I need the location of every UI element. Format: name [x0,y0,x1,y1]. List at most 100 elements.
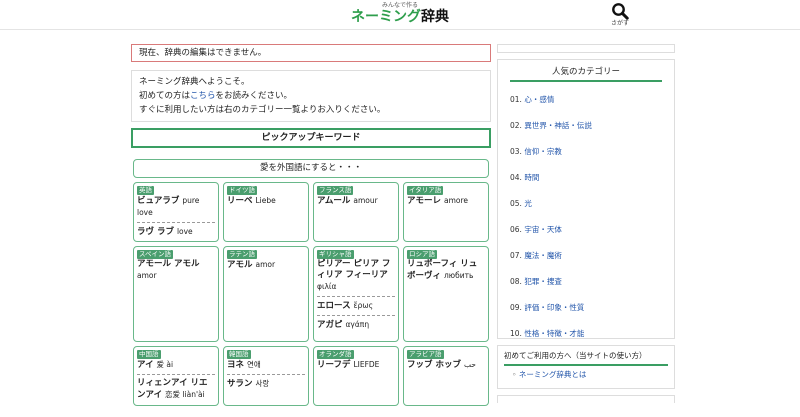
language-tag: イタリア語 [407,186,444,195]
original-word: 恋爱 liàn'ài [165,390,205,399]
katakana-word: アイ [137,360,154,370]
word-entry: アガピ αγάπη [317,319,395,331]
popular-categories-box: 人気のカテゴリー 01. 心・感情 02. 異世界・神話・伝説 03. 信仰・宗教 0… [497,59,675,339]
welcome-line-3: すぐに利用したい方は右のカテゴリー一覧よりお入りください。 [139,105,386,115]
language-card[interactable]: 韓国語 ヨネ 연애 サラン 사랑 [223,346,309,406]
category-item[interactable]: 03. 信仰・宗教 [506,139,666,165]
language-card[interactable]: イタリア語 アモーレ amore [403,182,489,242]
katakana-word: ピリアー ピリア フィリア フィーリア [317,259,391,280]
entry-divider [317,315,395,316]
language-card[interactable]: スペイン語 アモール アモル amor [133,246,219,342]
katakana-word: サラン [227,379,253,389]
word-entry: リュボーフィ リュボーヴィ любить [407,259,485,282]
language-card[interactable]: 英語 ビュアラブ pure love ラヴ ラブ love [133,182,219,242]
category-item[interactable]: 02. 異世界・神話・伝説 [506,113,666,139]
original-word: LIEFDE [353,360,380,369]
search-button[interactable]: さがす [606,2,634,28]
logo-title-green: ネーミング [351,9,421,25]
language-tag: オランダ語 [317,350,354,359]
category-label: 心・感情 [524,95,555,104]
language-tag: ギリシャ語 [317,250,354,259]
language-card[interactable]: アラビア語 フッブ ホッブ حب [403,346,489,406]
category-item[interactable]: 09. 評価・印象・性質 [506,295,666,321]
category-number: 07. [510,251,522,260]
word-entry: サラン 사랑 [227,378,305,390]
logo-title: ネーミング辞典 [350,9,450,26]
main-content: 現在、辞典の編集はできません。 ネーミング辞典へようこそ。 初めての方はこちらを… [131,44,491,406]
category-number: 06. [510,225,522,234]
welcome-line-2-post: をお読みください。 [215,91,293,101]
word-entry: ヨネ 연애 [227,359,305,371]
welcome-line-1: ネーミング辞典へようこそ。 [139,77,250,87]
katakana-word: アガピ [317,320,343,330]
category-item[interactable]: 08. 犯罪・捜査 [506,269,666,295]
welcome-box: ネーミング辞典へようこそ。 初めての方はこちらをお読みください。 すぐに利用した… [131,70,491,122]
original-word: amore [443,196,469,205]
language-tag: アラビア語 [407,350,444,359]
love-foreign-intro: 愛を外国語にすると・・・ [133,159,489,178]
category-label: 性格・特徴・才能 [524,329,585,338]
word-entry: アモール アモル amor [137,259,215,282]
entry-divider [227,374,305,375]
original-word: любить [443,271,474,280]
katakana-word: ヨネ [227,360,245,370]
entry-divider [317,296,395,297]
language-card[interactable]: フランス語 アムール amour [313,182,399,242]
category-item[interactable]: 05. 光 [506,191,666,217]
language-grid: 英語 ビュアラブ pure love ラヴ ラブ love ドイツ語 リーベ Liebe… [133,182,491,406]
language-tag: ロシア語 [407,250,437,259]
word-entry: アムール amour [317,195,395,207]
original-word: 爱 ài [156,360,174,369]
original-word: αγάπη [345,320,370,329]
category-label: 犯罪・捜査 [524,277,562,286]
edit-disabled-notice: 現在、辞典の編集はできません。 [131,44,491,62]
katakana-word: リーベ [227,196,253,206]
original-word: ἔρως [353,301,374,310]
word-entry: ビュアラブ pure love [137,195,215,219]
language-card[interactable]: オランダ語 リーフデ LIEFDE [313,346,399,406]
word-entry: ピリアー ピリア フィリア フィーリア φιλία [317,259,395,293]
language-tag: スペイン語 [137,250,174,259]
word-entry: アイ 爱 ài [137,359,215,371]
original-word: amor [137,271,157,280]
magnifier-icon [612,3,629,20]
pickup-keyword-heading: ピックアップキーワード [131,128,491,148]
welcome-line-2-pre: 初めての方は [139,91,191,101]
category-label: 信仰・宗教 [524,147,562,156]
guide-bullet: ◦ [512,370,517,379]
first-time-link[interactable]: こちら [190,91,216,101]
language-card[interactable]: ドイツ語 リーベ Liebe [223,182,309,242]
category-item[interactable]: 01. 心・感情 [506,87,666,113]
guide-box: 初めてご利用の方へ（当サイトの使い方） ◦ ネーミング辞典とは [497,345,675,389]
category-number: 01. [510,95,522,104]
category-label: 光 [524,199,532,208]
search-label: さがす [610,20,629,27]
language-card[interactable]: ギリシャ語 ピリアー ピリア フィリア フィーリア φιλία エロース ἔρως ア… [313,246,399,342]
word-entry: フッブ ホッブ حب [407,359,485,371]
category-item[interactable]: 10. 性格・特徴・才能 [506,321,666,347]
original-word: φιλία [317,282,337,291]
logo-subtitle: みんなで作る [381,2,418,9]
language-card[interactable]: ロシア語 リュボーフィ リュボーヴィ любить [403,246,489,342]
category-label: 評価・印象・性質 [524,303,585,312]
guide-item[interactable]: ◦ ネーミング辞典とは [504,368,668,382]
language-card[interactable]: 中国語 アイ 爱 ài リィェンアイ リエンアイ 恋爱 liàn'ài [133,346,219,406]
category-number: 02. [510,121,522,130]
category-number: 10. [510,329,522,338]
category-item[interactable]: 06. 宇宙・天体 [506,217,666,243]
category-item[interactable]: 07. 魔法・魔術 [506,243,666,269]
entry-divider [137,374,215,375]
language-card[interactable]: ラテン語 アモル amor [223,246,309,342]
language-tag: 英語 [137,186,154,195]
category-number: 04. [510,173,522,182]
katakana-word: エロース [317,301,351,311]
category-item[interactable]: 04. 時間 [506,165,666,191]
word-entry: リーベ Liebe [227,195,305,207]
katakana-word: ラヴ ラブ [137,227,174,237]
original-word: Liebe [255,196,276,205]
word-entry: ラヴ ラブ love [137,226,215,238]
guide-title: 初めてご利用の方へ（当サイトの使い方） [504,350,668,366]
language-tag: フランス語 [317,186,354,195]
site-logo[interactable]: みんなで作る ネーミング辞典 [350,2,450,26]
category-label: 魔法・魔術 [524,251,562,260]
